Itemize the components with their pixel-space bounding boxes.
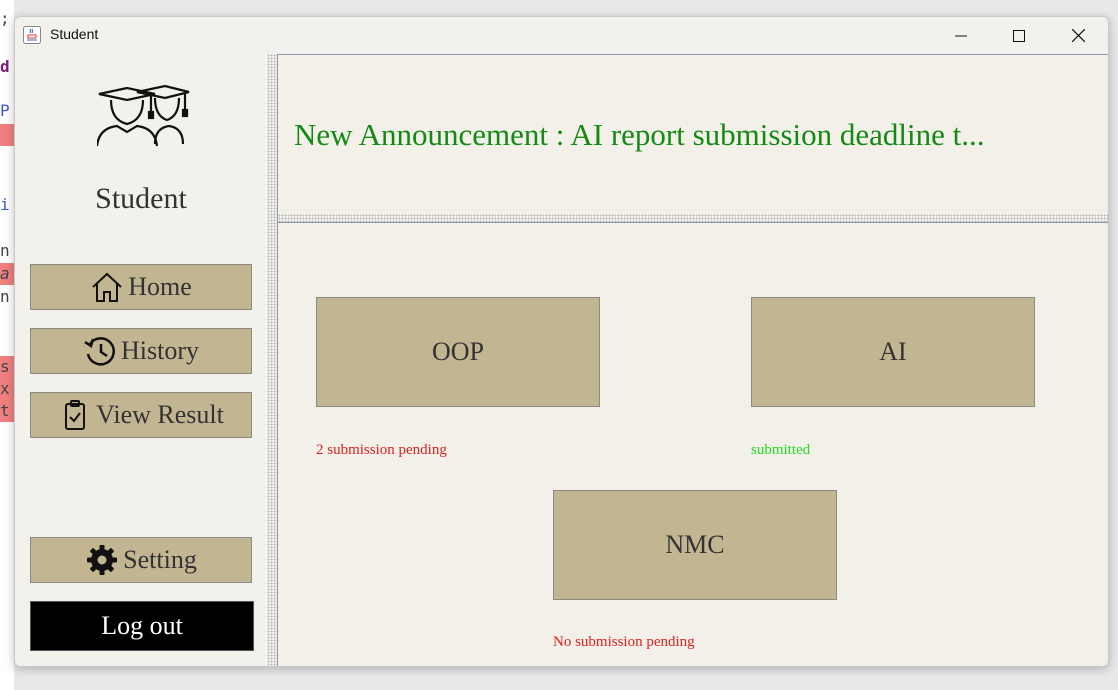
window-title: Student — [50, 26, 99, 42]
student-window: Student Student Home History View Result… — [14, 16, 1109, 667]
maximize-icon — [1013, 29, 1025, 42]
setting-button[interactable]: Setting — [30, 537, 252, 583]
code-fragment-highlight: t — [0, 400, 14, 422]
home-label: Home — [128, 272, 192, 301]
close-icon — [1071, 29, 1085, 42]
view-result-label: View Result — [96, 400, 224, 429]
view-result-button[interactable]: View Result — [30, 392, 252, 438]
home-icon — [92, 272, 122, 302]
minimize-button[interactable] — [932, 17, 990, 54]
main-panel: New Announcement : AI report submission … — [277, 54, 1108, 666]
maximize-button[interactable] — [990, 17, 1048, 54]
code-fragment: d — [0, 57, 10, 76]
code-fragment-highlight: a — [0, 263, 14, 285]
code-fragment-highlight: x — [0, 378, 14, 400]
course-button-nmc[interactable]: NMC — [553, 490, 837, 600]
setting-label: Setting — [123, 545, 197, 574]
history-button[interactable]: History — [30, 328, 252, 374]
code-fragment-highlight — [0, 124, 14, 146]
code-fragment-highlight: s — [0, 356, 14, 378]
sidebar: Student Home History View Result Setting… — [15, 54, 267, 666]
clipboard-check-icon — [65, 400, 86, 430]
vertical-splitter[interactable] — [267, 54, 277, 666]
course-button-oop[interactable]: OOP — [316, 297, 600, 407]
title-bar[interactable]: Student — [15, 17, 1108, 54]
history-label: History — [121, 336, 199, 365]
gear-icon — [87, 545, 118, 575]
code-fragment: n — [0, 241, 10, 260]
sidebar-title: Student — [95, 182, 187, 215]
background-code-editor: ; d P i n a n s x t — [0, 0, 14, 690]
minimize-icon — [955, 35, 967, 36]
announcement-text: New Announcement : AI report submission … — [294, 117, 985, 152]
horizontal-splitter[interactable] — [278, 214, 1108, 223]
code-fragment: n — [0, 287, 10, 306]
announcement-panel: New Announcement : AI report submission … — [278, 54, 1108, 215]
code-fragment: i — [0, 195, 10, 214]
logout-button[interactable]: Log out — [30, 601, 254, 651]
history-icon — [84, 337, 115, 366]
course-status-oop: 2 submission pending — [316, 442, 447, 458]
graduates-avatar-icon — [97, 84, 190, 147]
java-app-icon — [23, 26, 41, 44]
course-status-ai: submitted — [751, 442, 811, 458]
course-button-ai[interactable]: AI — [751, 297, 1035, 407]
code-fragment: P — [0, 101, 10, 120]
course-status-nmc: No submission pending — [553, 634, 695, 650]
home-button[interactable]: Home — [30, 264, 252, 310]
close-button[interactable] — [1049, 17, 1107, 54]
code-fragment: ; — [0, 9, 10, 28]
